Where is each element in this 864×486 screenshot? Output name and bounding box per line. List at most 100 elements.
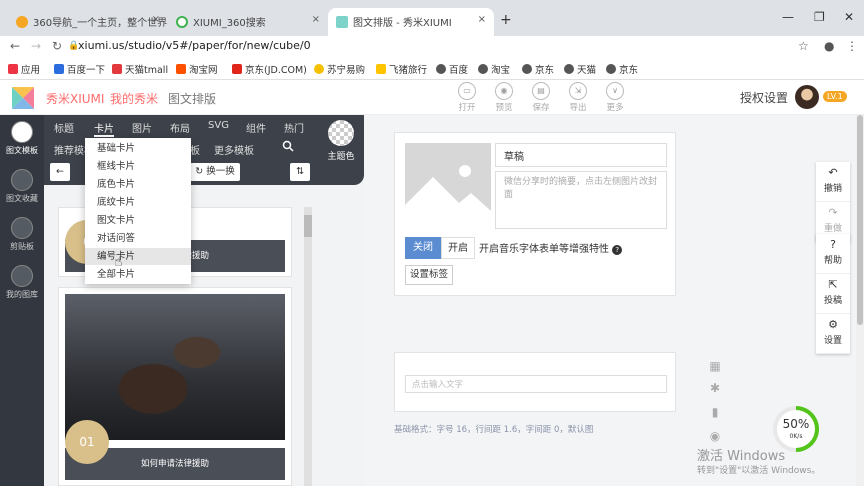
grid-icon[interactable]: ▦ [708, 359, 722, 373]
close-icon[interactable]: × [478, 14, 486, 25]
tab-title: 图文排版 - 秀米XIUMI [353, 18, 452, 29]
menu-item[interactable]: 对话问答 [85, 230, 191, 247]
more-button[interactable]: ∨ 更多 [600, 82, 630, 113]
bookmark-item[interactable]: 天猫 [564, 62, 596, 76]
jd-icon [232, 64, 242, 74]
sidebar-item-gallery[interactable]: 我的图库 [0, 265, 44, 300]
bar-chart-icon[interactable]: ▮ [708, 405, 722, 419]
folder-icon: ▭ [458, 82, 476, 100]
browser-tab[interactable]: 360导航_一个主页，整个世界 × [8, 8, 168, 36]
minimize-icon[interactable]: — [782, 10, 794, 24]
back-icon[interactable]: ← [10, 39, 20, 53]
url-field[interactable]: xiumi.us/studio/v5#/paper/for/new/cube/0 [78, 39, 778, 52]
bookmark-item[interactable]: 百度 [436, 62, 468, 76]
close-icon[interactable]: × [312, 14, 320, 25]
help-button[interactable]: ? 帮助 [816, 234, 850, 274]
bookmark-item[interactable]: 淘宝网 [176, 62, 218, 76]
profile-icon[interactable]: ● [824, 39, 834, 53]
settings-button[interactable]: ⚙ 设置 [816, 314, 850, 354]
bookmark-item[interactable]: 苏宁易购 [314, 62, 365, 76]
text-input[interactable]: 点击输入文字 [405, 375, 667, 393]
more-templates-link[interactable]: 更多模板 [214, 142, 254, 157]
brand-name[interactable]: 秀米XIUMI [46, 90, 104, 107]
globe-icon [564, 64, 574, 74]
tab-layout[interactable]: 布局 [170, 120, 190, 135]
sidebar-item-clipboard[interactable]: 剪贴板 [0, 217, 44, 252]
help-icon[interactable]: ? [612, 245, 623, 255]
bookmark-item[interactable]: 飞猪旅行 [376, 62, 427, 76]
bookmark-label: 百度一下 [67, 65, 106, 76]
template-card[interactable]: 如何申请法律援助 01 [58, 287, 292, 486]
new-tab-button[interactable]: + [500, 12, 512, 28]
my-xiumi-link[interactable]: 我的秀米 [110, 90, 158, 107]
menu-item[interactable]: 底纹卡片 [85, 194, 191, 211]
close-icon[interactable]: × [152, 14, 160, 25]
bookmark-item[interactable]: 京东 [606, 62, 638, 76]
bookmark-item[interactable]: 京东(JD.COM) [232, 62, 307, 76]
theme-color-button[interactable]: 主题色 [324, 120, 358, 162]
eye-icon[interactable]: ◉ [708, 429, 722, 443]
summary-textarea[interactable]: 微信分享时的摘要，点击左侧图片改封面 [495, 171, 667, 229]
browser-tab[interactable]: XIUMI_360搜索 × [168, 8, 328, 36]
asterisk-icon[interactable]: ✱ [708, 381, 722, 395]
bookmark-item[interactable]: 百度一下 [54, 62, 105, 76]
redo-icon: ↷ [828, 206, 838, 219]
gear-icon: ⚙ [828, 318, 838, 331]
undo-button[interactable]: ↶ 撤销 [816, 162, 850, 202]
browser-tab-active[interactable]: 图文排版 - 秀米XIUMI × [328, 8, 494, 36]
avatar[interactable] [795, 85, 819, 109]
tab-card[interactable]: 卡片 [94, 120, 114, 137]
off-toggle-button[interactable]: 关闭 [405, 237, 441, 259]
search-icon[interactable] [282, 140, 294, 152]
scrollbar-thumb[interactable] [857, 115, 863, 325]
menu-item[interactable]: 框线卡片 [85, 158, 191, 175]
scrollbar-thumb[interactable] [304, 215, 312, 237]
menu-item[interactable]: 图文卡片 [85, 212, 191, 229]
tab-title[interactable]: 标题 [54, 120, 74, 135]
bookmark-item[interactable]: 京东 [522, 62, 554, 76]
cover-image-placeholder[interactable] [405, 143, 491, 229]
bookmark-apps[interactable]: 应用 [8, 62, 40, 76]
tab-image[interactable]: 图片 [132, 120, 152, 135]
tab-component[interactable]: 组件 [246, 120, 266, 135]
open-button[interactable]: ▭ 打开 [452, 82, 482, 113]
bookmark-label: 应用 [21, 65, 41, 76]
page-scrollbar[interactable] [856, 115, 864, 486]
sidebar-item-favorites[interactable]: 图文收藏 [0, 169, 44, 204]
shuffle-button[interactable]: ↻ 换一换 [190, 163, 240, 181]
menu-icon[interactable]: ⋮ [846, 39, 858, 53]
submit-button[interactable]: ⇱ 投稿 [816, 274, 850, 314]
arrow-left-icon[interactable]: ← [50, 163, 70, 181]
set-tags-button[interactable]: 设置标签 [405, 265, 453, 285]
save-button[interactable]: ▤ 保存 [526, 82, 556, 113]
reload-icon[interactable]: ↻ [52, 39, 62, 53]
star-icon[interactable]: ☆ [798, 39, 809, 53]
close-window-icon[interactable]: ✕ [844, 10, 854, 24]
forward-icon[interactable]: → [31, 39, 41, 53]
menu-item[interactable]: 全部卡片 [85, 266, 191, 283]
fliggy-icon [376, 64, 386, 74]
bookmark-item[interactable]: 天猫tmall [112, 62, 168, 76]
bookmark-item[interactable]: 淘宝 [478, 62, 510, 76]
sort-icon[interactable]: ⇅ [290, 163, 310, 181]
menu-item-hover[interactable]: 编号卡片 [85, 248, 191, 265]
restore-icon[interactable]: ❐ [814, 10, 825, 24]
auth-settings-link[interactable]: 授权设置 [740, 89, 788, 106]
undo-redo-group: ↶ 撤销 ↷ 重做 [816, 162, 850, 242]
sidebar-item-templates[interactable]: 图文模板 [0, 121, 44, 156]
title-input[interactable]: 草稿 [495, 143, 667, 167]
apps-grid-icon [8, 64, 18, 74]
tab-svg[interactable]: SVG [208, 120, 229, 131]
collection-icon [11, 169, 33, 191]
template-link[interactable]: 板 [190, 142, 200, 157]
on-toggle-button[interactable]: 开启 [441, 237, 475, 259]
preview-button[interactable]: ◉ 预览 [489, 82, 519, 113]
panel-scrollbar[interactable] [304, 207, 312, 486]
save-icon: ▤ [532, 82, 550, 100]
menu-item[interactable]: 底色卡片 [85, 176, 191, 193]
menu-item[interactable]: 基础卡片 [85, 140, 191, 157]
bookmark-label: 飞猪旅行 [389, 65, 428, 76]
tab-hot[interactable]: 热门 [284, 120, 304, 135]
export-button[interactable]: ⇲ 导出 [563, 82, 593, 113]
checkerboard-swatch-icon [328, 120, 354, 146]
